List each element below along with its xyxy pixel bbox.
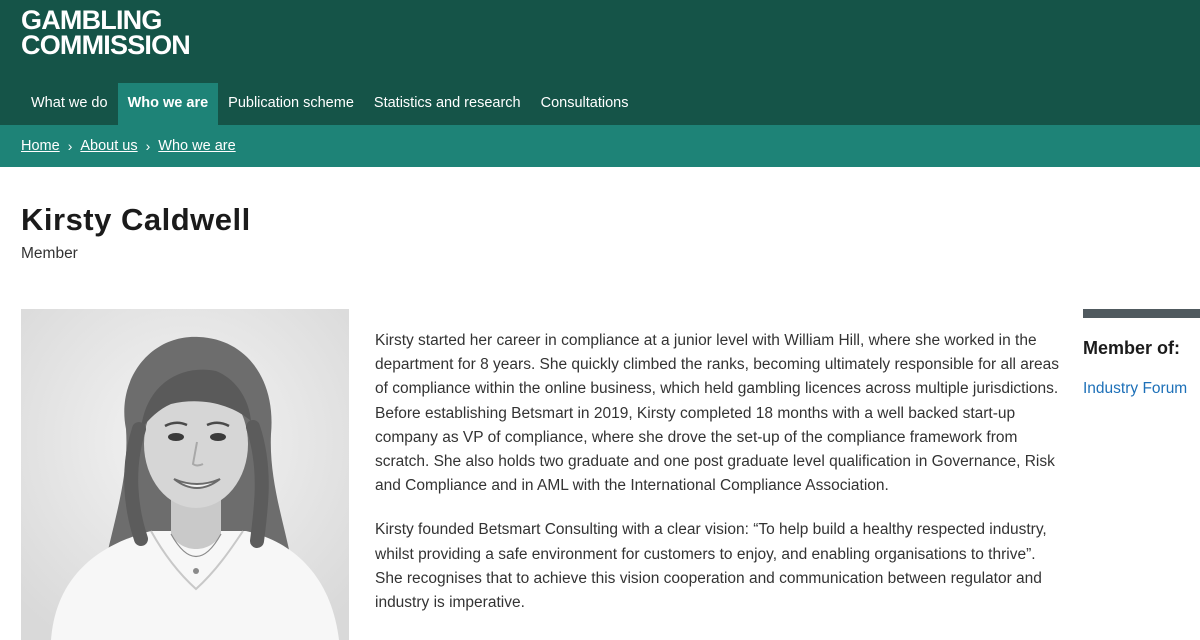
membership-sidebar: Member of: Industry Forum xyxy=(1083,309,1200,398)
breadcrumb-home[interactable]: Home xyxy=(21,138,60,154)
breadcrumb-who-we-are[interactable]: Who we are xyxy=(158,138,235,154)
breadcrumb-bar: Home › About us › Who we are xyxy=(0,125,1200,167)
sidebar-heading: Member of: xyxy=(1083,338,1181,358)
nav-what-we-do[interactable]: What we do xyxy=(21,83,118,125)
logo-line-2: COMMISSION xyxy=(21,30,191,60)
bio-paragraph: Kirsty founded Betsmart Consulting with … xyxy=(375,521,1047,612)
gambling-commission-logo[interactable]: GAMBLING COMMISSION xyxy=(21,7,191,60)
chevron-right-icon: › xyxy=(145,138,151,154)
nav-consultations[interactable]: Consultations xyxy=(531,83,639,125)
page-title: Kirsty Caldwell xyxy=(21,202,251,237)
member-role: Member xyxy=(21,245,78,262)
site-header: GAMBLING COMMISSION What we do Who we ar… xyxy=(0,0,1200,125)
sidebar-divider xyxy=(1083,309,1200,318)
nav-who-we-are[interactable]: Who we are xyxy=(117,83,219,125)
profile-photo xyxy=(21,309,349,640)
main-navigation: What we do Who we are Publication scheme… xyxy=(21,83,638,125)
biography: Kirsty started her career in compliance … xyxy=(375,329,1065,635)
nav-statistics-and-research[interactable]: Statistics and research xyxy=(364,83,531,125)
industry-forum-link[interactable]: Industry Forum xyxy=(1083,380,1200,398)
breadcrumb: Home › About us › Who we are xyxy=(21,125,236,167)
chevron-right-icon: › xyxy=(67,138,73,154)
nav-publication-scheme[interactable]: Publication scheme xyxy=(218,83,364,125)
breadcrumb-about-us[interactable]: About us xyxy=(80,138,137,154)
bio-paragraph: Kirsty started her career in compliance … xyxy=(375,332,1060,495)
